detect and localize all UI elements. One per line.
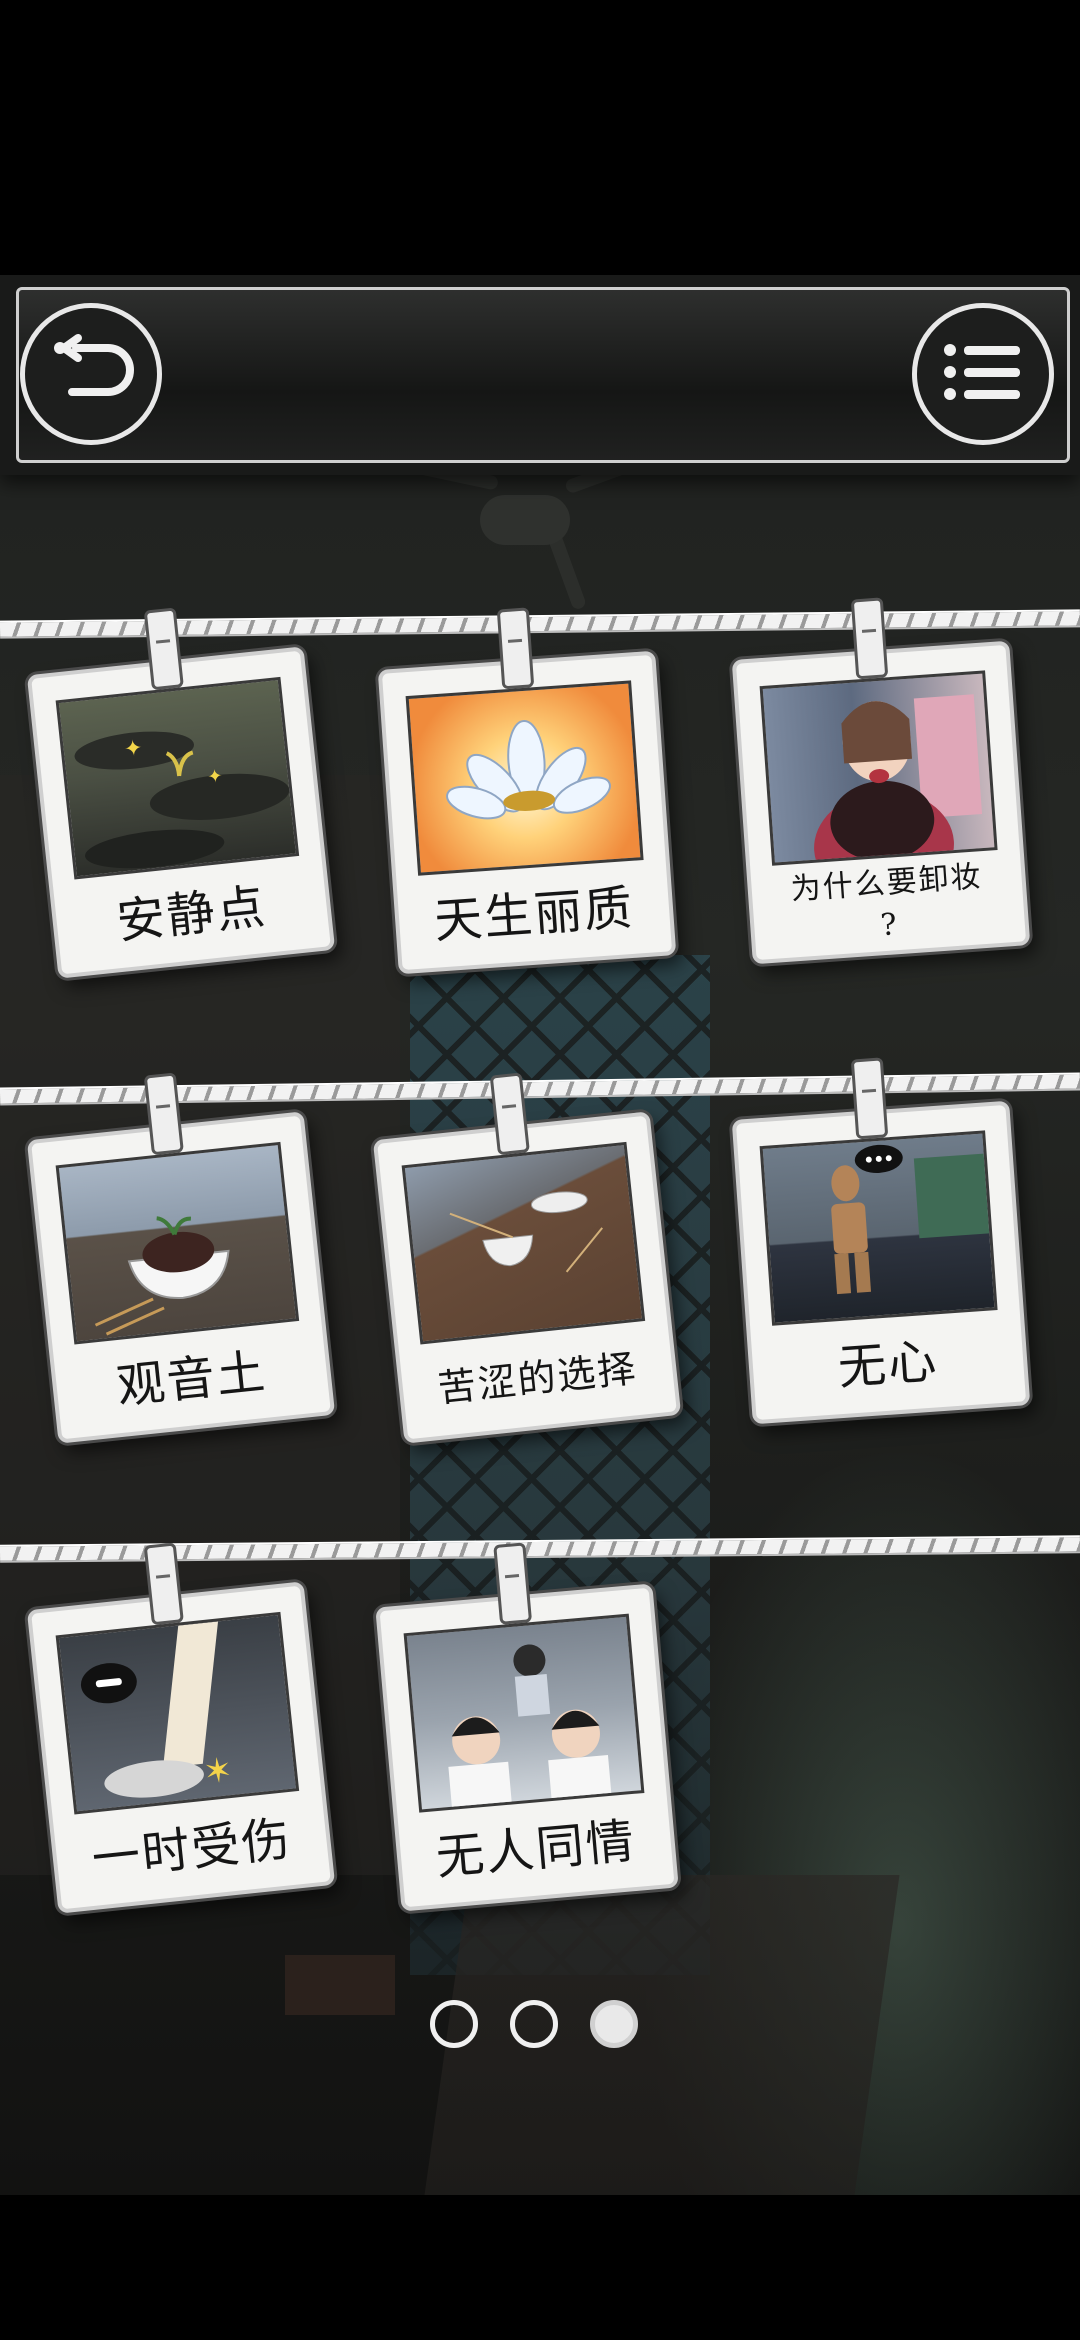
level-card-7[interactable]: ✶ 一时受伤 bbox=[26, 1542, 336, 1914]
page-dot-1[interactable] bbox=[430, 2000, 478, 2048]
level-card-2[interactable]: 天生丽质 bbox=[377, 607, 677, 975]
level-thumbnail: ✦ ✦ bbox=[55, 676, 300, 880]
level-card-6[interactable]: 无心 bbox=[731, 1057, 1031, 1425]
level-thumbnail bbox=[759, 1130, 998, 1326]
ceiling-fan-hub bbox=[480, 495, 570, 545]
level-thumbnail bbox=[403, 1613, 645, 1813]
svg-text:✦: ✦ bbox=[123, 736, 144, 763]
svg-text:✦: ✦ bbox=[206, 766, 223, 788]
level-card-3[interactable]: 为什么要卸妆 ? bbox=[731, 597, 1031, 965]
level-title: 天生丽质 bbox=[432, 879, 636, 950]
level-title: 无人同情 bbox=[433, 1812, 638, 1886]
clothespin bbox=[850, 597, 889, 680]
level-title-line2: ? bbox=[879, 907, 900, 944]
menu-button[interactable] bbox=[912, 303, 1054, 445]
level-card-4[interactable]: 观音土 bbox=[26, 1072, 336, 1444]
level-thumbnail bbox=[401, 1141, 646, 1345]
back-arrow-icon bbox=[46, 332, 136, 416]
page-dot-3-current[interactable] bbox=[590, 2000, 638, 2048]
page-indicator bbox=[430, 2000, 650, 2060]
background-stool bbox=[285, 1955, 395, 2015]
level-title-line1: 为什么要卸妆 bbox=[789, 859, 984, 908]
level-card-1[interactable]: ✦ ✦ 安静点 bbox=[26, 607, 336, 979]
clothespin bbox=[496, 607, 535, 690]
clothespin bbox=[850, 1057, 889, 1140]
top-bar bbox=[0, 275, 1080, 475]
level-title: 为什么要卸妆 ? bbox=[756, 853, 1019, 957]
level-title: 无心 bbox=[836, 1332, 940, 1396]
list-menu-icon bbox=[938, 332, 1028, 416]
clothespin bbox=[493, 1542, 533, 1625]
level-card-8[interactable]: 无人同情 bbox=[375, 1542, 679, 1912]
level-thumbnail bbox=[55, 1141, 300, 1345]
svg-text:✶: ✶ bbox=[202, 1750, 235, 1793]
page-dot-2[interactable] bbox=[510, 2000, 558, 2048]
back-button[interactable] bbox=[20, 303, 162, 445]
level-thumbnail bbox=[405, 680, 644, 876]
level-card-5[interactable]: 苦涩的选择 bbox=[372, 1072, 682, 1444]
level-thumbnail bbox=[759, 670, 998, 866]
level-thumbnail: ✶ bbox=[55, 1611, 300, 1815]
